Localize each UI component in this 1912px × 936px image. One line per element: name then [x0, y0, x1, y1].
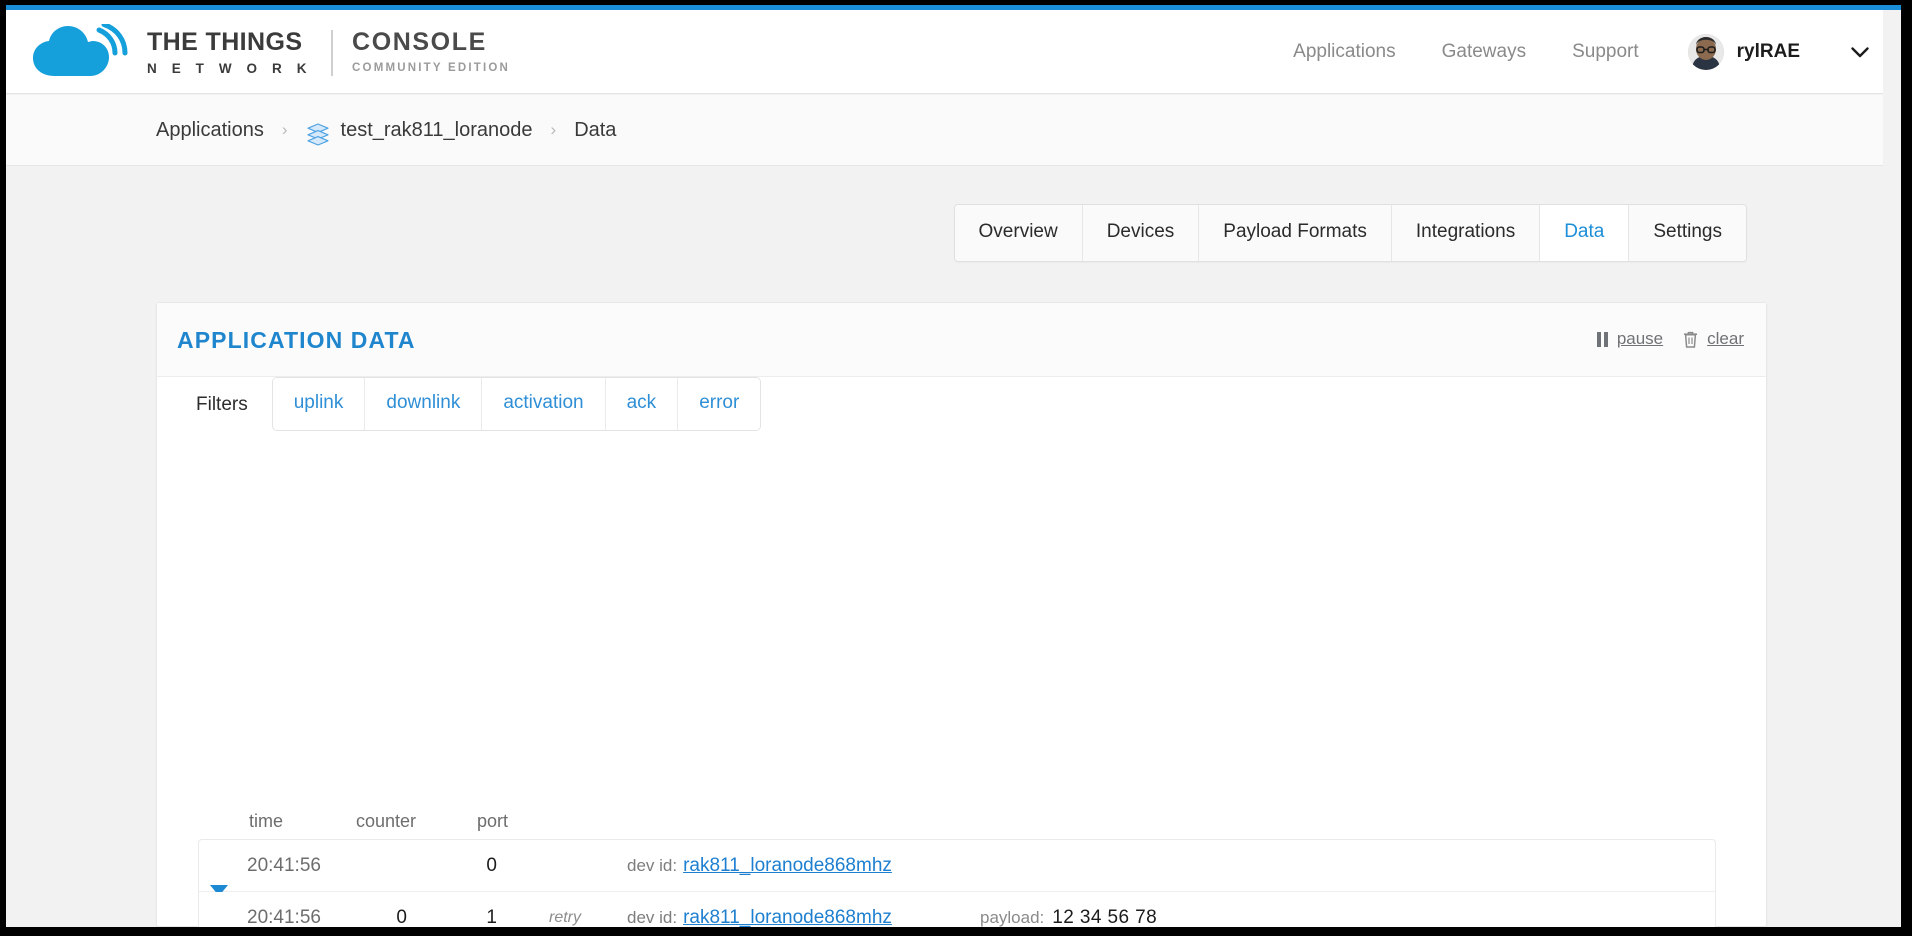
nav-applications[interactable]: Applications: [1270, 41, 1418, 63]
avatar-image: [1687, 34, 1724, 70]
brand-logo[interactable]: THE THINGS N E T W O R K CONSOLE COMMUNI…: [31, 24, 510, 82]
chevron-down-icon[interactable]: [1851, 46, 1869, 58]
breadcrumb-application-label[interactable]: test_rak811_loranode: [341, 119, 533, 142]
breadcrumb: Applications › test_rak811_loranode › Da…: [156, 95, 616, 166]
card-header: APPLICATION DATA pause clear: [157, 303, 1766, 377]
row-counter: 0: [396, 907, 407, 927]
stack-icon: [306, 122, 329, 146]
nav-support[interactable]: Support: [1549, 41, 1662, 63]
breadcrumb-separator-2: ›: [550, 119, 557, 139]
breadcrumb-item-applications[interactable]: Applications: [156, 119, 264, 142]
primary-navigation: Applications Gateways Support rylRAE: [1270, 10, 1877, 94]
payload-value: 12 34 56 78: [1052, 907, 1158, 927]
row-port: 0: [486, 855, 497, 876]
filter-uplink[interactable]: uplink: [272, 378, 366, 430]
table-row[interactable]: 20:41:56 0 1 retry dev id: rak811_loranod…: [199, 892, 1715, 927]
filter-activation[interactable]: activation: [482, 378, 606, 430]
clear-label: clear: [1707, 329, 1744, 348]
tab-devices[interactable]: Devices: [1082, 205, 1200, 261]
brand-line-2: N E T W O R K: [147, 61, 313, 77]
dev-id-label: dev id:: [627, 908, 678, 927]
breadcrumb-item-application[interactable]: test_rak811_loranode: [306, 119, 533, 146]
row-payload: payload: 12 34 56 78: [980, 892, 1157, 927]
data-table[interactable]: 20:41:56 0 dev id: rak811_loranode868mhz …: [198, 839, 1716, 927]
username-label: rylRAE: [1736, 41, 1800, 62]
direction-uplink-icon: [210, 892, 228, 927]
row-port: 1: [486, 907, 497, 927]
trash-icon: [1684, 331, 1698, 348]
card-actions: pause clear: [1596, 329, 1744, 349]
row-time: 20:41:56: [247, 907, 321, 927]
table-row[interactable]: 20:41:56 0 dev id: rak811_loranode868mhz: [199, 840, 1715, 896]
dev-id-label: dev id:: [627, 856, 678, 875]
pause-icon: [1596, 331, 1608, 347]
user-menu[interactable]: rylRAE: [1662, 34, 1877, 70]
breadcrumb-item-data: Data: [574, 119, 617, 141]
page-title: APPLICATION DATA: [177, 327, 416, 353]
tab-payload-formats[interactable]: Payload Formats: [1199, 205, 1392, 261]
dev-id-link[interactable]: rak811_loranode868mhz: [683, 855, 892, 876]
cloud-logo-icon: [33, 24, 128, 76]
avatar: [1687, 34, 1724, 70]
row-dev-id: dev id: rak811_loranode868mhz: [627, 892, 892, 927]
column-header-port: port: [477, 811, 509, 831]
brand-line-1: THE THINGS: [147, 28, 303, 57]
tab-settings[interactable]: Settings: [1629, 205, 1746, 261]
breadcrumb-separator: ›: [281, 119, 288, 139]
column-header-counter: counter: [356, 811, 417, 831]
column-header-time: time: [249, 811, 284, 831]
console-label: CONSOLE: [352, 28, 487, 57]
clear-button[interactable]: clear: [1683, 329, 1744, 349]
filter-error[interactable]: error: [678, 378, 761, 430]
direction-downlink-icon: [210, 840, 228, 896]
table-header: time counter port: [157, 811, 1766, 839]
filters-row: Filters uplink downlink activation ack e…: [157, 377, 762, 443]
tab-data[interactable]: Data: [1540, 205, 1630, 261]
row-retry: retry: [549, 909, 581, 926]
site-header: THE THINGS N E T W O R K CONSOLE COMMUNI…: [6, 10, 1901, 94]
dev-id-link[interactable]: rak811_loranode868mhz: [683, 907, 892, 927]
filters-label: Filters: [196, 394, 248, 415]
filter-downlink[interactable]: downlink: [365, 378, 483, 430]
application-data-card: APPLICATION DATA pause clear Filters upl…: [156, 302, 1767, 927]
filter-ack[interactable]: ack: [605, 378, 679, 430]
nav-gateways[interactable]: Gateways: [1419, 41, 1549, 63]
row-dev-id: dev id: rak811_loranode868mhz: [627, 840, 892, 892]
filters-group: uplink downlink activation ack error: [271, 377, 762, 431]
scroll-gutter[interactable]: [1883, 10, 1901, 927]
breadcrumb-bar: Applications › test_rak811_loranode › Da…: [6, 95, 1901, 166]
application-tabs: Overview Devices Payload Formats Integra…: [953, 204, 1747, 262]
browser-viewport: THE THINGS N E T W O R K CONSOLE COMMUNI…: [6, 5, 1901, 927]
tab-integrations[interactable]: Integrations: [1391, 205, 1541, 261]
payload-label: payload:: [980, 908, 1045, 927]
edition-label: COMMUNITY EDITION: [352, 62, 510, 75]
pause-label: pause: [1616, 329, 1664, 348]
tab-overview[interactable]: Overview: [954, 205, 1083, 261]
row-time: 20:41:56: [247, 855, 321, 876]
pause-button[interactable]: pause: [1596, 329, 1664, 349]
